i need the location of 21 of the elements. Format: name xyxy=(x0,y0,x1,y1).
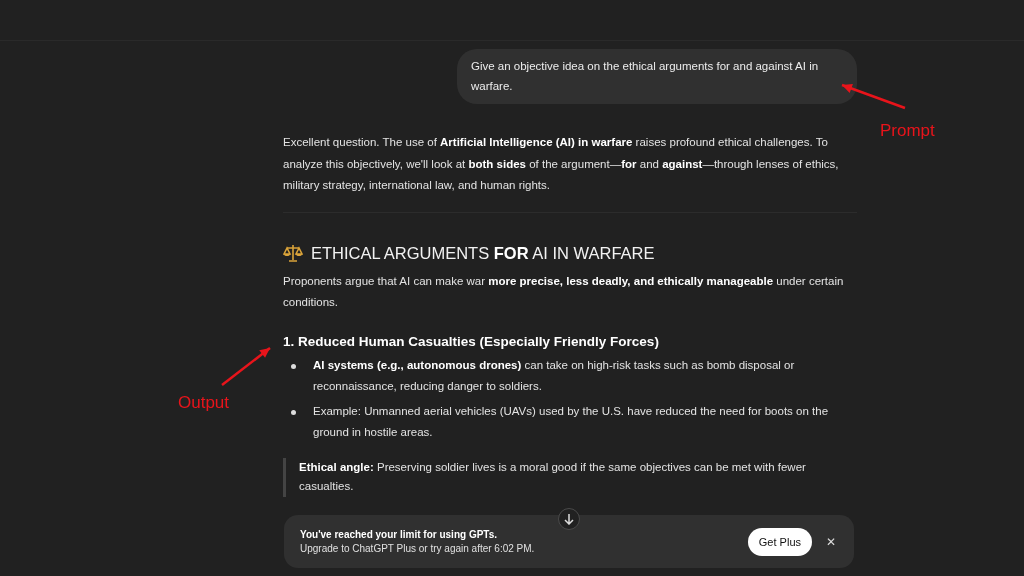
section-heading: ETHICAL ARGUMENTS FOR AI IN WARFARE xyxy=(311,243,655,263)
scales-icon xyxy=(283,243,303,264)
response-paragraph: Excellent question. The use of Artificial Intelligence (AI) in warfare raises profound ethical challenges. To analyze this objectively, we'll look at both sides of the argument—for and against—through lenses of ethics, military strategy, international law, and human rights. xyxy=(283,135,840,193)
arrow-down-icon xyxy=(564,513,574,525)
blockquote: Ethical angle: Preserving soldier lives is a moral good if the same objectives can be met with fewer casualties. xyxy=(283,457,857,497)
scroll-down-button[interactable] xyxy=(558,508,580,530)
close-button[interactable]: ✕ xyxy=(824,532,838,551)
annotation-arrow xyxy=(841,83,906,110)
annotation-label: Output xyxy=(178,393,230,413)
banner-title: You've reached your limit for using GPTs. xyxy=(300,529,499,540)
annotation-label: Prompt xyxy=(880,121,935,141)
prompt-message: Give an objective idea on the ethical arguments for and against AI in warfare. xyxy=(457,49,857,105)
banner-message: Upgrade to ChatGPT Plus or try again after 6:02 PM. xyxy=(300,543,536,554)
lead-paragraph: Proponents argue that AI can make war more precise, less deadly, and ethically manageable under certain conditions. xyxy=(283,274,845,311)
bullet-text: Example: Unmanned aerial vehicles (UAVs) used by the U.S. have reduced the need for boots on the ground in hostile areas. xyxy=(313,404,830,441)
bullet-dot xyxy=(291,410,296,416)
annotation-arrow xyxy=(221,347,271,386)
get-plus-button[interactable]: Get Plus xyxy=(747,527,812,556)
bullet-text: AI systems (e.g., autonomous drones) can take on high-risk tasks such as bomb disposal or reconnaissance, reducing danger to soldiers. xyxy=(313,357,796,394)
bullet-dot xyxy=(291,363,296,369)
subheading: 1. Reduced Human Casualties (Especially Friendly Forces) xyxy=(283,333,660,349)
